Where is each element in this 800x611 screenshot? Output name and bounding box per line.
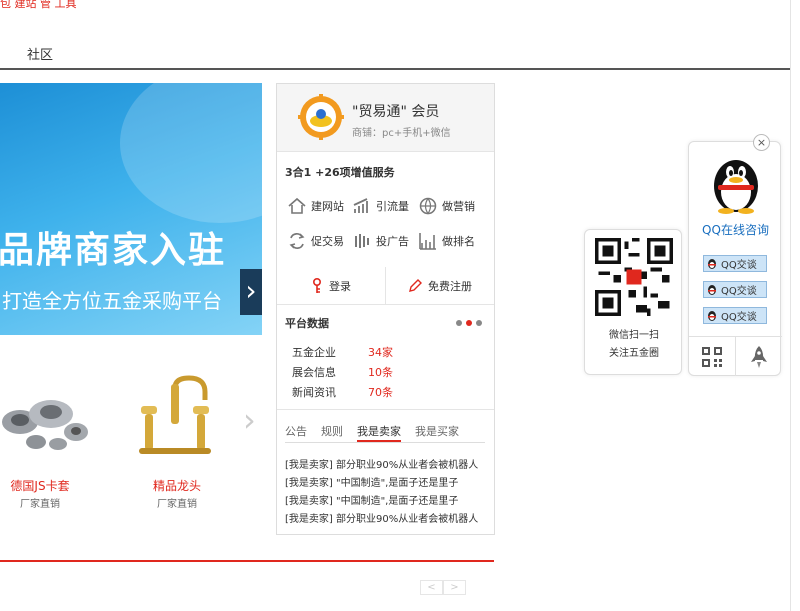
section-pager: < > <box>420 580 466 595</box>
qr-toggle-button[interactable] <box>689 337 735 376</box>
banner-title: 品牌商家入驻 <box>0 230 227 271</box>
services-title: 3合1 +26项增值服务 <box>285 166 395 179</box>
service-item[interactable]: 做营销 <box>418 196 475 216</box>
service-label: 做排名 <box>442 235 475 248</box>
tab-seller[interactable]: 我是卖家 <box>357 423 401 442</box>
news-item[interactable]: [我是卖家] "中国制造",是面子还是里子 <box>285 474 458 489</box>
member-header: "贸易通" 会员 商铺：pc+手机+微信 <box>277 84 494 152</box>
service-item[interactable]: 引流量 <box>352 196 409 216</box>
gear-logo-icon <box>298 94 344 140</box>
service-label: 促交易 <box>311 235 344 248</box>
stats-title: 平台数据 <box>285 317 329 330</box>
service-item[interactable]: 促交易 <box>287 231 344 251</box>
register-label: 免费注册 <box>428 279 472 293</box>
hero-banner[interactable]: 品牌商家入驻 打造全方位五金采购平台 › 1 2 3 <box>0 83 262 335</box>
banner-decoration <box>120 83 262 223</box>
qr-caption-line1: 微信扫一扫 <box>609 330 659 341</box>
top-links[interactable]: 包 建站 管 工具 <box>0 0 77 11</box>
rocket-icon <box>751 345 767 368</box>
qq-chat-button[interactable]: QQ交谈 <box>703 307 767 324</box>
news-item[interactable]: [我是卖家] "中国制造",是面子还是里子 <box>285 492 458 507</box>
register-button[interactable]: 免费注册 <box>385 267 494 304</box>
notice-tabs: 公告 规则 我是卖家 我是买家 <box>285 423 485 443</box>
prev-button[interactable]: < <box>420 580 443 595</box>
service-item[interactable]: 投广告 <box>352 231 409 251</box>
tab-notice[interactable]: 公告 <box>285 423 307 442</box>
qq-chat-label: QQ交谈 <box>721 312 757 323</box>
nav-item-community[interactable]: 社区 <box>27 44 53 63</box>
member-subtitle: 商铺：pc+手机+微信 <box>352 128 451 139</box>
qq-title[interactable]: QQ在线咨询 <box>689 221 782 238</box>
service-label: 建网站 <box>311 200 344 213</box>
service-item[interactable]: 建网站 <box>287 196 344 216</box>
faucet-image <box>139 375 211 454</box>
main-nav: 社区 <box>0 34 790 70</box>
service-item[interactable]: 做排名 <box>418 231 475 251</box>
pencil-icon <box>409 278 422 292</box>
stat-row: 五金企业 34家 <box>292 344 393 360</box>
stat-row: 展会信息 10条 <box>292 364 393 380</box>
auth-row: 登录 免费注册 <box>277 267 494 305</box>
member-panel: "贸易通" 会员 商铺：pc+手机+微信 3合1 +26项增值服务 建网站 引流… <box>276 83 495 535</box>
news-item[interactable]: [我是卖家] 部分职业90%从业者会被机器人 <box>285 510 478 525</box>
product-subtitle: 厂家直销 <box>20 499 60 510</box>
qq-penguin-icon <box>714 160 758 214</box>
key-icon <box>313 277 321 293</box>
member-title: "贸易通" 会员 <box>352 104 440 120</box>
login-button[interactable]: 登录 <box>277 267 385 304</box>
stats-dots <box>456 320 482 326</box>
product-subtitle: 厂家直销 <box>157 499 197 510</box>
qr-caption-line2: 关注五金圈 <box>609 348 659 359</box>
tab-rules[interactable]: 规则 <box>321 423 343 442</box>
stat-value: 34家 <box>368 346 393 359</box>
qr-small-icon <box>702 346 722 367</box>
vertical-scrollbar[interactable] <box>790 0 800 611</box>
stats-dot[interactable] <box>476 320 482 326</box>
bar-growth-icon <box>353 198 368 213</box>
product-name[interactable]: 德国JS卡套 <box>0 477 95 494</box>
service-label: 做营销 <box>442 200 475 213</box>
house-icon <box>288 197 306 214</box>
qq-chat-label: QQ交谈 <box>721 260 757 271</box>
stat-value: 10条 <box>368 366 393 379</box>
stats-dot-active[interactable] <box>466 320 472 326</box>
banner-subtitle: 打造全方位五金采购平台 <box>2 289 222 313</box>
wechat-qr-popup: 微信扫一扫 关注五金圈 <box>584 229 682 375</box>
service-label: 投广告 <box>376 235 409 248</box>
service-label: 引流量 <box>376 200 409 213</box>
tab-buyer[interactable]: 我是买家 <box>415 423 459 442</box>
section-divider <box>0 560 494 562</box>
close-button[interactable]: × <box>753 134 770 151</box>
divider <box>277 409 494 410</box>
ad-bars-icon <box>355 234 369 248</box>
next-button[interactable]: > <box>443 580 466 595</box>
qq-small-icon <box>708 258 716 269</box>
login-label: 登录 <box>329 279 351 293</box>
stat-label: 展会信息 <box>292 366 336 379</box>
qq-chat-button[interactable]: QQ交谈 <box>703 281 767 298</box>
stat-label: 五金企业 <box>292 346 336 359</box>
globe-icon <box>419 197 437 215</box>
back-to-top-button[interactable] <box>735 337 782 376</box>
exchange-icon <box>289 233 305 249</box>
ranking-icon <box>419 233 436 250</box>
stat-row: 新闻资讯 70条 <box>292 384 393 400</box>
qq-small-icon <box>708 284 716 295</box>
qq-footer <box>689 336 782 376</box>
news-item[interactable]: [我是卖家] 部分职业90%从业者会被机器人 <box>285 456 478 471</box>
qq-small-icon <box>708 310 716 321</box>
qq-consult-widget: × QQ在线咨询 QQ交谈 QQ交谈 QQ交谈 <box>688 134 782 376</box>
products-next-button[interactable]: › <box>243 404 256 436</box>
qq-chat-label: QQ交谈 <box>721 286 757 297</box>
product-name[interactable]: 精品龙头 <box>122 477 232 494</box>
stat-value: 70条 <box>368 386 393 399</box>
qr-code-icon <box>595 238 673 316</box>
qq-chat-button[interactable]: QQ交谈 <box>703 255 767 272</box>
banner-next-button[interactable]: › <box>240 269 262 315</box>
bearing-image <box>2 400 88 450</box>
stat-label: 新闻资讯 <box>292 386 336 399</box>
stats-dot[interactable] <box>456 320 462 326</box>
